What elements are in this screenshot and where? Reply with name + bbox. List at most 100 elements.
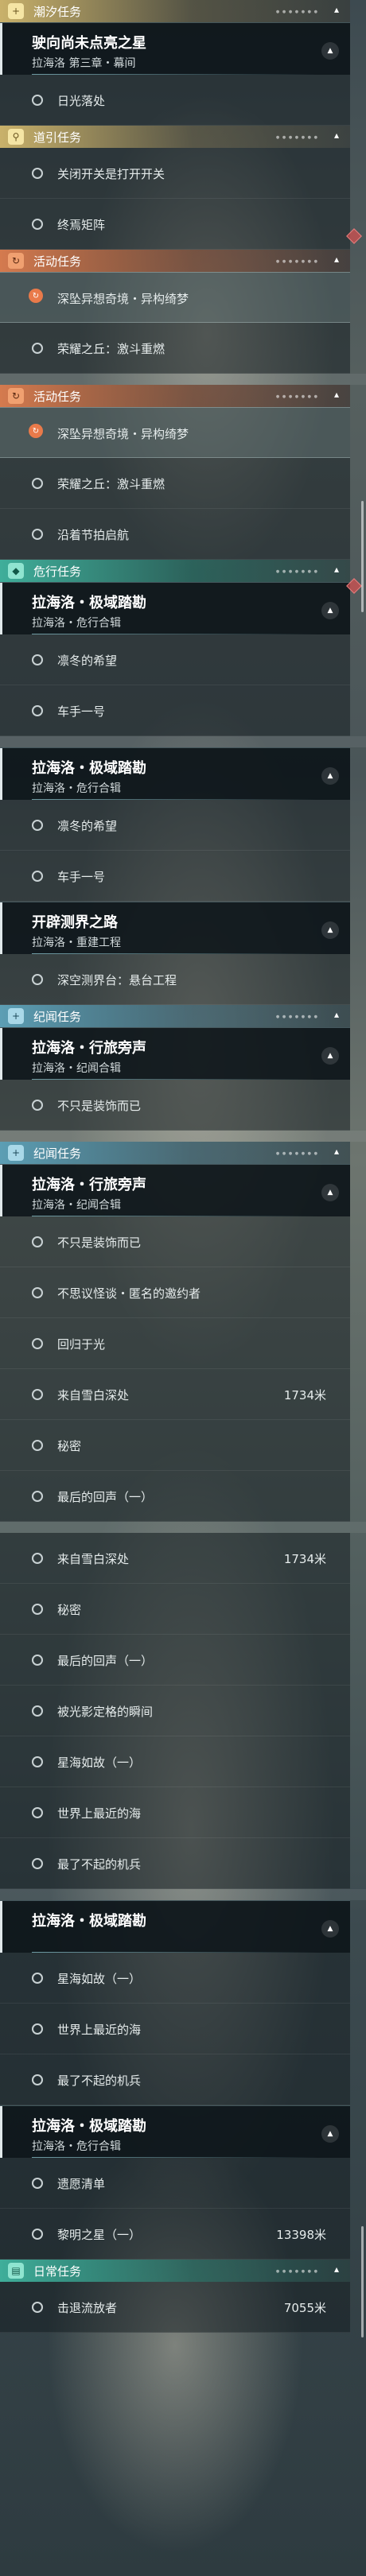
quest-header[interactable]: 拉海洛・极域踏勘 拉海洛・危行合辑 ▲ bbox=[0, 582, 350, 634]
quest-header[interactable]: 驶向尚未点亮之星 拉海洛 第三章・幕间 ▲ bbox=[0, 22, 350, 75]
objective-item[interactable]: 回归于光 bbox=[0, 1318, 350, 1369]
category-header[interactable]: ↻ 活动任务 ● ● ● ● ● ● ● ▴ bbox=[0, 250, 350, 272]
chevron-up-icon: ▴ bbox=[333, 1009, 339, 1020]
objective-label: 不思议怪谈・匿名的邀约者 bbox=[57, 1286, 201, 1301]
quest-header[interactable]: 拉海洛・行旅旁声 拉海洛・纪闻合辑 ▲ bbox=[0, 1164, 350, 1216]
objective-label: 不只是装饰而已 bbox=[57, 1099, 142, 1113]
category-header[interactable]: ▤ 日常任务 ● ● ● ● ● ● ● ▴ bbox=[0, 2260, 350, 2282]
collapse-toggle-icon[interactable]: ▲ bbox=[321, 602, 339, 619]
chevron-up-icon: ▴ bbox=[333, 254, 339, 265]
objective-item[interactable]: 被光影定格的瞬间 bbox=[0, 1686, 350, 1736]
objective-label: 最了不起的机兵 bbox=[57, 2074, 142, 2088]
objective-radio-icon bbox=[32, 1338, 43, 1349]
collapse-toggle-icon[interactable]: ▲ bbox=[321, 767, 339, 785]
collapse-toggle-icon[interactable]: ▲ bbox=[321, 1047, 339, 1065]
objective-distance: 7055米 bbox=[283, 2301, 326, 2315]
objective-radio-icon bbox=[32, 654, 43, 665]
objective-radio-icon bbox=[32, 1389, 43, 1400]
quest-header[interactable]: 拉海洛・极域踏勘 ▲ bbox=[0, 1900, 350, 1953]
quest-title: 开辟测界之路 bbox=[32, 914, 118, 931]
objective-item[interactable]: 来自雪白深处 1734米 bbox=[0, 1533, 350, 1584]
collapse-toggle-icon[interactable]: ▲ bbox=[321, 1184, 339, 1201]
objective-radio-icon bbox=[32, 1807, 43, 1818]
objective-item[interactable]: 终焉矩阵 bbox=[0, 199, 350, 250]
objective-label: 世界上最近的海 bbox=[57, 1806, 142, 1821]
objective-label: 击退流放者 bbox=[57, 2301, 118, 2315]
sparkle-icon: + bbox=[8, 3, 24, 19]
category-header[interactable]: ◆ 危行任务 ● ● ● ● ● ● ● ▴ bbox=[0, 560, 350, 582]
objective-item-tracked[interactable]: ↻ 深坠异想奇境・异构绮梦 bbox=[0, 272, 350, 323]
objective-item[interactable]: 凛冬的希望 bbox=[0, 800, 350, 851]
quest-subtitle: 拉海洛・纪闻合辑 bbox=[32, 1199, 121, 1212]
objective-label: 最后的回声（一） bbox=[57, 1654, 154, 1668]
quest-header[interactable]: 拉海洛・极域踏勘 拉海洛・危行合辑 ▲ bbox=[0, 2105, 350, 2158]
objective-label: 最后的回声（一） bbox=[57, 1490, 154, 1504]
collapse-toggle-icon[interactable]: ▲ bbox=[321, 921, 339, 939]
chevron-up-icon: ▴ bbox=[333, 389, 339, 400]
objective-radio-icon bbox=[32, 1858, 43, 1869]
category-label: 活动任务 bbox=[33, 254, 82, 269]
objective-item[interactable]: 关闭开关是打开开关 bbox=[0, 148, 350, 199]
objective-item[interactable]: 日光落处 bbox=[0, 75, 350, 126]
quest-header[interactable]: 开辟测界之路 拉海洛・重建工程 ▲ bbox=[0, 902, 350, 954]
objective-item[interactable]: 世界上最近的海 bbox=[0, 2004, 350, 2054]
category-label: 日常任务 bbox=[33, 2264, 82, 2279]
section-separator bbox=[0, 1522, 366, 1533]
objective-item[interactable]: 凛冬的希望 bbox=[0, 634, 350, 685]
objective-item[interactable]: 星海如故（一） bbox=[0, 1736, 350, 1787]
objective-radio-icon bbox=[32, 1655, 43, 1666]
objective-item[interactable]: 荣耀之丘：激斗重燃 bbox=[0, 458, 350, 509]
objective-radio-icon bbox=[32, 219, 43, 230]
objective-item[interactable]: 车手一号 bbox=[0, 685, 350, 736]
objective-item[interactable]: 沿着节拍启航 bbox=[0, 509, 350, 560]
objective-item[interactable]: 秘密 bbox=[0, 1584, 350, 1635]
objective-item[interactable]: 最后的回声（一） bbox=[0, 1471, 350, 1522]
quest-accent-bar bbox=[0, 1901, 2, 1953]
objective-item[interactable]: 最了不起的机兵 bbox=[0, 1838, 350, 1889]
objective-item-tracked[interactable]: ↻ 深坠异想奇境・异构绮梦 bbox=[0, 407, 350, 458]
category-header[interactable]: ⚲ 道引任务 ● ● ● ● ● ● ● ▴ bbox=[0, 126, 350, 148]
category-header[interactable]: + 潮汐任务 ● ● ● ● ● ● ● ▴ bbox=[0, 0, 350, 22]
objective-label: 关闭开关是打开开关 bbox=[57, 167, 165, 181]
category-header[interactable]: ↻ 活动任务 ● ● ● ● ● ● ● ▴ bbox=[0, 385, 350, 407]
objective-item[interactable]: 秘密 bbox=[0, 1420, 350, 1471]
objective-item[interactable]: 荣耀之丘：激斗重燃 bbox=[0, 323, 350, 374]
category-label: 纪闻任务 bbox=[33, 1009, 82, 1024]
objective-label: 秘密 bbox=[57, 1603, 82, 1617]
category-header[interactable]: + 纪闻任务 ● ● ● ● ● ● ● ▴ bbox=[0, 1142, 350, 1164]
quest-header[interactable]: 拉海洛・行旅旁声 拉海洛・纪闻合辑 ▲ bbox=[0, 1027, 350, 1080]
objective-item[interactable]: 星海如故（一） bbox=[0, 1953, 350, 2004]
chevron-up-icon: ▴ bbox=[333, 564, 339, 575]
calendar-icon: ▤ bbox=[8, 2263, 24, 2279]
objective-radio-icon bbox=[32, 820, 43, 831]
objective-item[interactable]: 不思议怪谈・匿名的邀约者 bbox=[0, 1267, 350, 1318]
collapse-toggle-icon[interactable]: ▲ bbox=[321, 2125, 339, 2143]
objective-item[interactable]: 最了不起的机兵 bbox=[0, 2054, 350, 2105]
objective-item[interactable]: 击退流放者 7055米 bbox=[0, 2282, 350, 2333]
objective-label: 最了不起的机兵 bbox=[57, 1857, 142, 1872]
objective-item[interactable]: 世界上最近的海 bbox=[0, 1787, 350, 1838]
objective-item[interactable]: 深空测界台：悬台工程 bbox=[0, 954, 350, 1005]
objective-item[interactable]: 来自雪白深处 1734米 bbox=[0, 1369, 350, 1420]
collapse-toggle-icon[interactable]: ▲ bbox=[321, 1920, 339, 1938]
quest-header[interactable]: 拉海洛・极域踏勘 拉海洛・危行合辑 ▲ bbox=[0, 747, 350, 800]
collapse-toggle-icon[interactable]: ▲ bbox=[321, 42, 339, 60]
objective-item[interactable]: 不只是装饰而已 bbox=[0, 1080, 350, 1131]
objective-radio-icon bbox=[32, 2178, 43, 2189]
objective-label: 世界上最近的海 bbox=[57, 2023, 142, 2037]
objective-radio-icon bbox=[32, 2023, 43, 2035]
objective-item[interactable]: 最后的回声（一） bbox=[0, 1635, 350, 1686]
category-label: 道引任务 bbox=[33, 130, 82, 145]
objective-item[interactable]: 遗愿清单 bbox=[0, 2158, 350, 2209]
tracking-icon: ↻ bbox=[29, 424, 43, 438]
category-header[interactable]: + 纪闻任务 ● ● ● ● ● ● ● ▴ bbox=[0, 1005, 350, 1027]
objective-item[interactable]: 黎明之星（一） 13398米 bbox=[0, 2209, 350, 2260]
objective-label: 沿着节拍启航 bbox=[57, 528, 130, 542]
quest-accent-bar bbox=[0, 1028, 2, 1080]
objective-distance: 13398米 bbox=[276, 2228, 326, 2242]
sparkle-icon: + bbox=[8, 1145, 24, 1161]
scrollbar-thumb[interactable] bbox=[361, 2226, 364, 2337]
scrollbar-thumb[interactable] bbox=[361, 501, 364, 612]
objective-item[interactable]: 不只是装饰而已 bbox=[0, 1216, 350, 1267]
objective-item[interactable]: 车手一号 bbox=[0, 851, 350, 902]
